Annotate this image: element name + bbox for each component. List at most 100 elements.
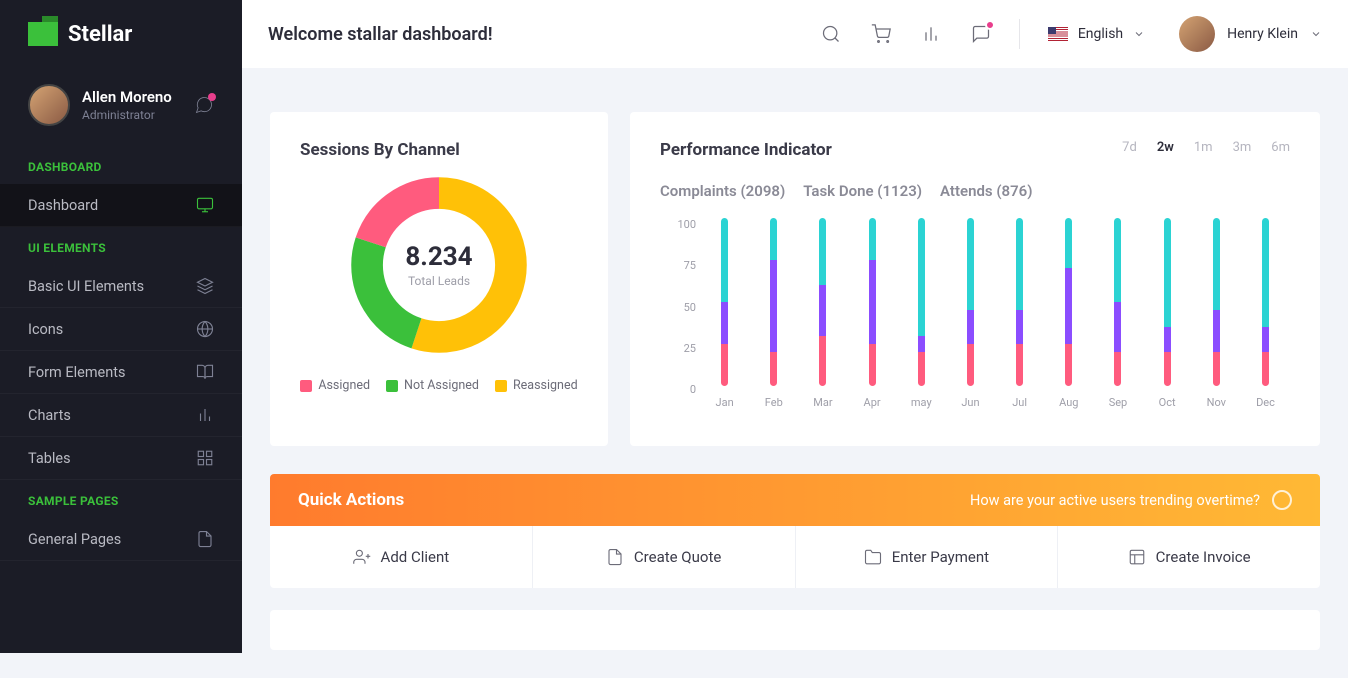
legend-label: Assigned (318, 378, 370, 393)
topbar: Welcome stallar dashboard! English Henry… (242, 0, 1348, 68)
nav-label: Icons (28, 321, 63, 338)
create-quote-button[interactable]: Create Quote (533, 526, 796, 588)
y-tick: 25 (660, 342, 696, 355)
nav-item-basic-ui[interactable]: Basic UI Elements (0, 265, 242, 308)
user-avatar (1179, 16, 1215, 52)
lightbulb-icon (1272, 490, 1292, 510)
nav-item-dashboard[interactable]: Dashboard (0, 184, 242, 227)
donut-label: Total Leads (405, 274, 472, 288)
range-tab-1m[interactable]: 1m (1194, 140, 1213, 155)
search-icon[interactable] (821, 24, 841, 44)
layers-icon (196, 277, 214, 295)
language-label: English (1078, 26, 1123, 42)
perf-tab-attends[interactable]: Attends (876) (940, 182, 1032, 200)
nav-item-form[interactable]: Form Elements (0, 351, 242, 394)
performance-card: Performance Indicator 7d 2w 1m 3m 6m Complai… (630, 112, 1320, 446)
performance-title: Performance Indicator (660, 140, 832, 160)
bar-chart-icon (196, 406, 214, 424)
donut-value: 8.234 (405, 242, 472, 272)
logo[interactable]: Stellar (0, 0, 242, 68)
sessions-card: Sessions By Channel 8.234 Total Leads As… (270, 112, 608, 446)
message-icon[interactable] (971, 24, 991, 44)
chart-icon[interactable] (921, 24, 941, 44)
nav-item-general[interactable]: General Pages (0, 518, 242, 561)
bars-container: JanFebMarAprmayJunJulAugSepOctNovDec (700, 218, 1290, 418)
chevron-down-icon (1133, 28, 1145, 40)
range-tab-7d[interactable]: 7d (1122, 140, 1137, 155)
logo-icon (28, 22, 58, 46)
donut-legend: Assigned Not Assigned Reassigned (300, 378, 578, 393)
nav-item-tables[interactable]: Tables (0, 437, 242, 480)
monitor-icon (196, 196, 214, 214)
language-selector[interactable]: English (1048, 26, 1145, 42)
bar-label: Jul (1012, 396, 1027, 409)
cart-icon[interactable] (871, 24, 891, 44)
y-tick: 0 (660, 383, 696, 396)
nav-item-icons[interactable]: Icons (0, 308, 242, 351)
enter-payment-button[interactable]: Enter Payment (796, 526, 1059, 588)
range-tab-2w[interactable]: 2w (1157, 140, 1174, 155)
file-icon (196, 530, 214, 548)
qa-label: Create Quote (634, 548, 721, 566)
profile-role: Administrator (82, 108, 194, 122)
nav-label: Dashboard (28, 197, 98, 214)
bar-column: Jul (995, 218, 1044, 418)
bar-column: Jun (946, 218, 995, 418)
content: Sessions By Channel 8.234 Total Leads As… (242, 68, 1348, 678)
quick-actions-title: Quick Actions (298, 490, 404, 510)
bar-column: Aug (1044, 218, 1093, 418)
qa-label: Add Client (381, 548, 450, 566)
nav-label: Tables (28, 450, 71, 467)
legend-label: Not Assigned (404, 378, 479, 393)
nav-label: Form Elements (28, 364, 125, 381)
qa-label: Enter Payment (892, 548, 989, 566)
bar-label: may (911, 396, 932, 409)
perf-tab-task-done[interactable]: Task Done (1123) (803, 182, 922, 200)
sidebar: Stellar Allen Moreno Administrator DASHB… (0, 0, 242, 653)
donut-chart: 8.234 Total Leads (344, 170, 534, 360)
profile-block: Allen Moreno Administrator (0, 68, 242, 146)
nav-item-charts[interactable]: Charts (0, 394, 242, 437)
create-invoice-button[interactable]: Create Invoice (1058, 526, 1320, 588)
legend-label: Reassigned (513, 378, 578, 393)
divider (1019, 19, 1020, 49)
y-tick: 50 (660, 301, 696, 314)
quick-actions-card: Quick Actions How are your active users … (270, 474, 1320, 588)
bar-label: Jun (961, 396, 979, 409)
bar-label: Jan (716, 396, 734, 409)
bar-label: Aug (1059, 396, 1078, 409)
bar-label: Oct (1159, 396, 1176, 409)
bar-column: Oct (1143, 218, 1192, 418)
book-icon (196, 363, 214, 381)
bar-column: Apr (848, 218, 897, 418)
profile-name: Allen Moreno (82, 88, 194, 106)
y-tick: 75 (660, 259, 696, 272)
grid-icon (196, 449, 214, 467)
user-menu[interactable]: Henry Klein (1179, 16, 1322, 52)
bar-chart: 1007550250 JanFebMarAprmayJunJulAugSepOc… (660, 218, 1290, 418)
legend-swatch-reassigned (495, 380, 507, 392)
bar-column: Sep (1093, 218, 1142, 418)
user-name: Henry Klein (1227, 26, 1298, 42)
range-tabs: 7d 2w 1m 3m 6m (1122, 140, 1290, 155)
sessions-title: Sessions By Channel (300, 140, 578, 160)
quick-actions-subtitle: How are your active users trending overt… (970, 492, 1260, 509)
add-client-button[interactable]: Add Client (270, 526, 533, 588)
range-tab-3m[interactable]: 3m (1233, 140, 1252, 155)
quick-actions-header: Quick Actions How are your active users … (270, 474, 1320, 526)
chat-icon[interactable] (194, 95, 214, 115)
flag-icon (1048, 27, 1068, 41)
y-axis: 1007550250 (660, 218, 696, 396)
bar-column: Nov (1192, 218, 1241, 418)
bar-label: Apr (864, 396, 881, 409)
nav-label: Basic UI Elements (28, 278, 144, 295)
bottom-card (270, 610, 1320, 650)
nav-heading-sample: SAMPLE PAGES (0, 480, 242, 518)
globe-icon (196, 320, 214, 338)
legend-swatch-assigned (300, 380, 312, 392)
nav-heading-ui: UI ELEMENTS (0, 227, 242, 265)
profile-avatar[interactable] (28, 84, 70, 126)
brand-name: Stellar (68, 22, 132, 47)
range-tab-6m[interactable]: 6m (1271, 140, 1290, 155)
perf-tab-complaints[interactable]: Complaints (2098) (660, 182, 785, 200)
